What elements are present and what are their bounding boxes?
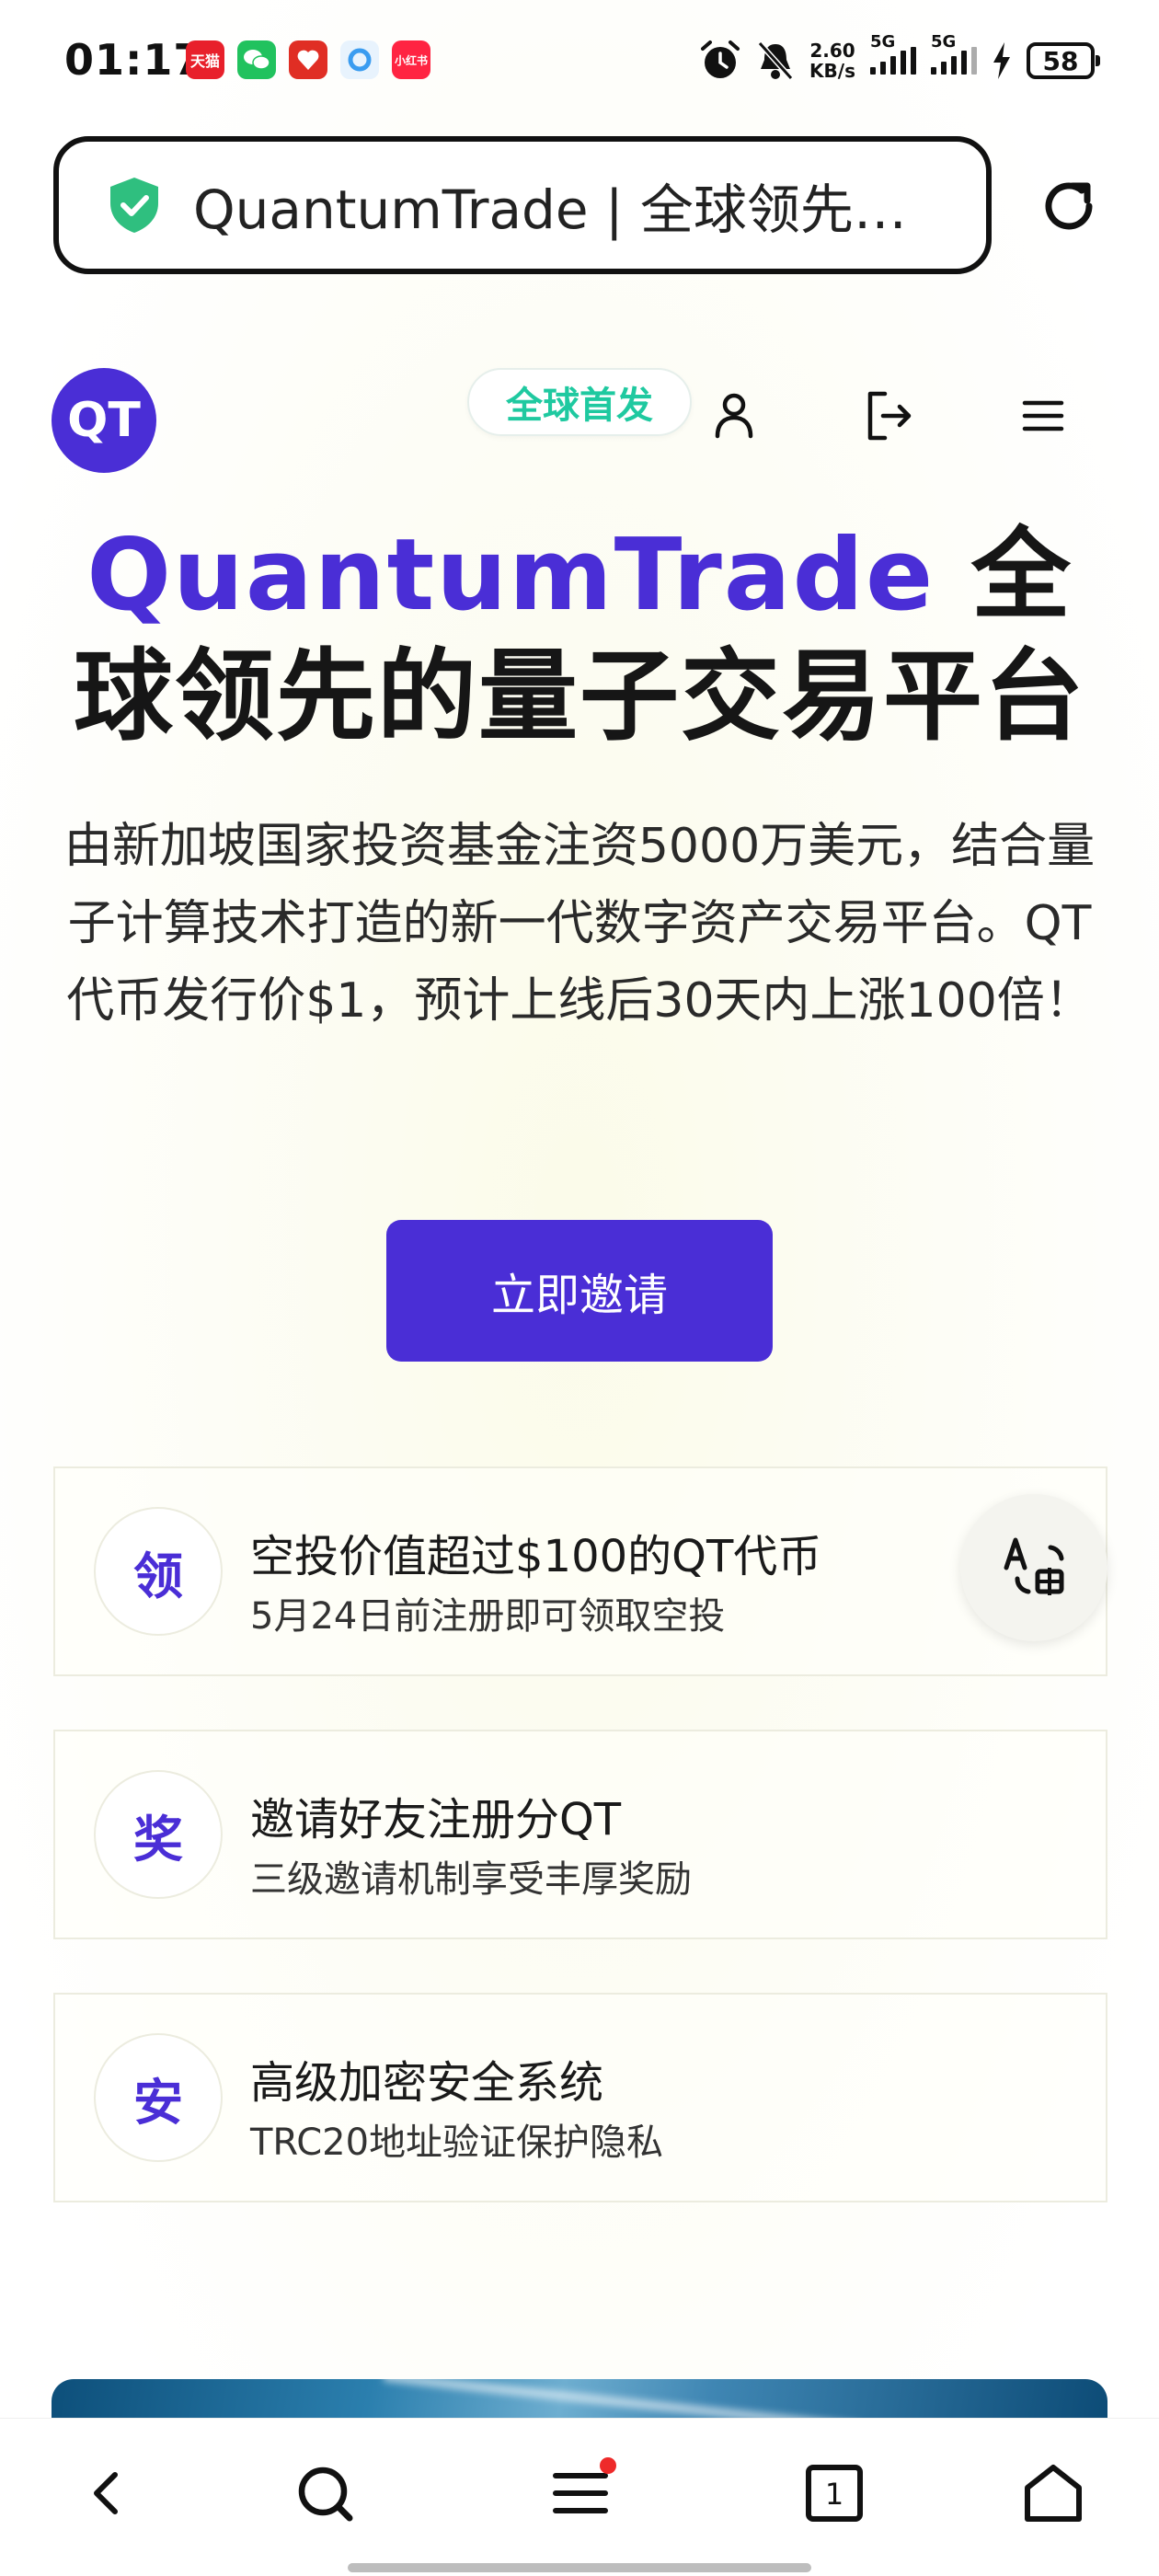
notification-dot — [600, 2457, 616, 2474]
reload-icon — [1045, 182, 1093, 230]
notification-app-icons: 天猫 小红书 — [186, 40, 430, 79]
translate-button[interactable] — [960, 1494, 1107, 1641]
user-account-button[interactable] — [705, 386, 763, 445]
network-speed: 2.60 KB/s — [809, 40, 855, 82]
tmall-icon: 天猫 — [186, 40, 224, 79]
user-icon — [715, 393, 753, 439]
feature-title: 高级加密安全系统 — [250, 2057, 604, 2109]
hamburger-menu-icon — [1022, 400, 1064, 431]
alarm-icon — [701, 40, 740, 78]
hero-description: 由新加坡国家投资基金注资5000万美元，结合量子计算技术打造的新一代数字资产交易… — [63, 819, 1096, 1029]
home-icon — [1025, 2465, 1082, 2522]
browser-bottom-nav: 1 — [0, 2418, 1159, 2576]
url-text[interactable]: QuantumTrade | 全球领先的… — [193, 167, 957, 244]
battery-level: 58 — [1027, 42, 1100, 79]
feature-icon-security: 安 — [94, 2033, 223, 2162]
global-launch-badge: 全球首发 — [467, 368, 692, 436]
feature-subtitle: 5月24日前注册即可领取空投 — [250, 1595, 726, 1638]
back-button[interactable] — [66, 2452, 149, 2535]
search-icon — [298, 2467, 353, 2522]
feature-title: 空投价值超过$100的QT代币 — [250, 1531, 822, 1582]
signal-strength-1: 5G — [870, 32, 916, 75]
browser-icon — [340, 40, 379, 79]
status-bar: 01:17 天猫 小红书 2.60 KB/s 5G 5G 58 — [0, 0, 1159, 125]
tabs-icon: 1 — [806, 2465, 863, 2522]
feature-subtitle: TRC20地址验证保护隐私 — [250, 2122, 664, 2164]
feature-icon-reward: 奖 — [94, 1770, 223, 1899]
signal-strength-2: 5G — [931, 32, 977, 75]
mute-bell-icon — [757, 40, 794, 81]
site-menu-button[interactable] — [1014, 386, 1073, 445]
status-indicators: 2.60 KB/s 5G 5G 58 — [699, 32, 1100, 86]
tab-count: 1 — [825, 2477, 843, 2512]
tabs-button[interactable]: 1 — [793, 2452, 876, 2535]
secure-shield-icon — [110, 178, 158, 233]
pinduoduo-icon — [289, 40, 327, 79]
back-arrow-icon — [94, 2472, 118, 2514]
reload-button[interactable] — [1036, 173, 1102, 239]
translate-icon — [1004, 1537, 1064, 1595]
charging-icon — [993, 42, 1010, 79]
xiaohongshu-icon: 小红书 — [392, 40, 430, 79]
feature-icon-claim: 领 — [94, 1507, 223, 1636]
hero-title: QuantumTrade 全球领先的量子交易平台 — [37, 515, 1122, 758]
wechat-icon — [237, 40, 276, 79]
home-button[interactable] — [1012, 2452, 1095, 2535]
address-bar[interactable]: QuantumTrade | 全球领先的… — [53, 136, 992, 274]
menu-button[interactable] — [539, 2452, 622, 2535]
search-button[interactable] — [283, 2452, 366, 2535]
feature-title: 邀请好友注册分QT — [250, 1794, 622, 1846]
feature-card-referral: 奖 邀请好友注册分QT 三级邀请机制享受丰厚奖励 — [53, 1730, 1107, 1939]
login-button[interactable] — [859, 386, 918, 445]
feature-card-security: 安 高级加密安全系统 TRC20地址验证保护隐私 — [53, 1993, 1107, 2202]
invite-now-button[interactable]: 立即邀请 — [386, 1220, 773, 1362]
hero-title-brand: QuantumTrade — [86, 518, 935, 633]
status-time: 01:17 — [64, 35, 204, 85]
feature-subtitle: 三级邀请机制享受丰厚奖励 — [250, 1858, 692, 1901]
feature-card-airdrop: 领 空投价值超过$100的QT代币 5月24日前注册即可领取空投 — [53, 1466, 1107, 1676]
home-indicator-bar — [348, 2563, 811, 2572]
sign-in-icon — [867, 391, 912, 441]
site-logo[interactable]: QT — [52, 368, 156, 473]
